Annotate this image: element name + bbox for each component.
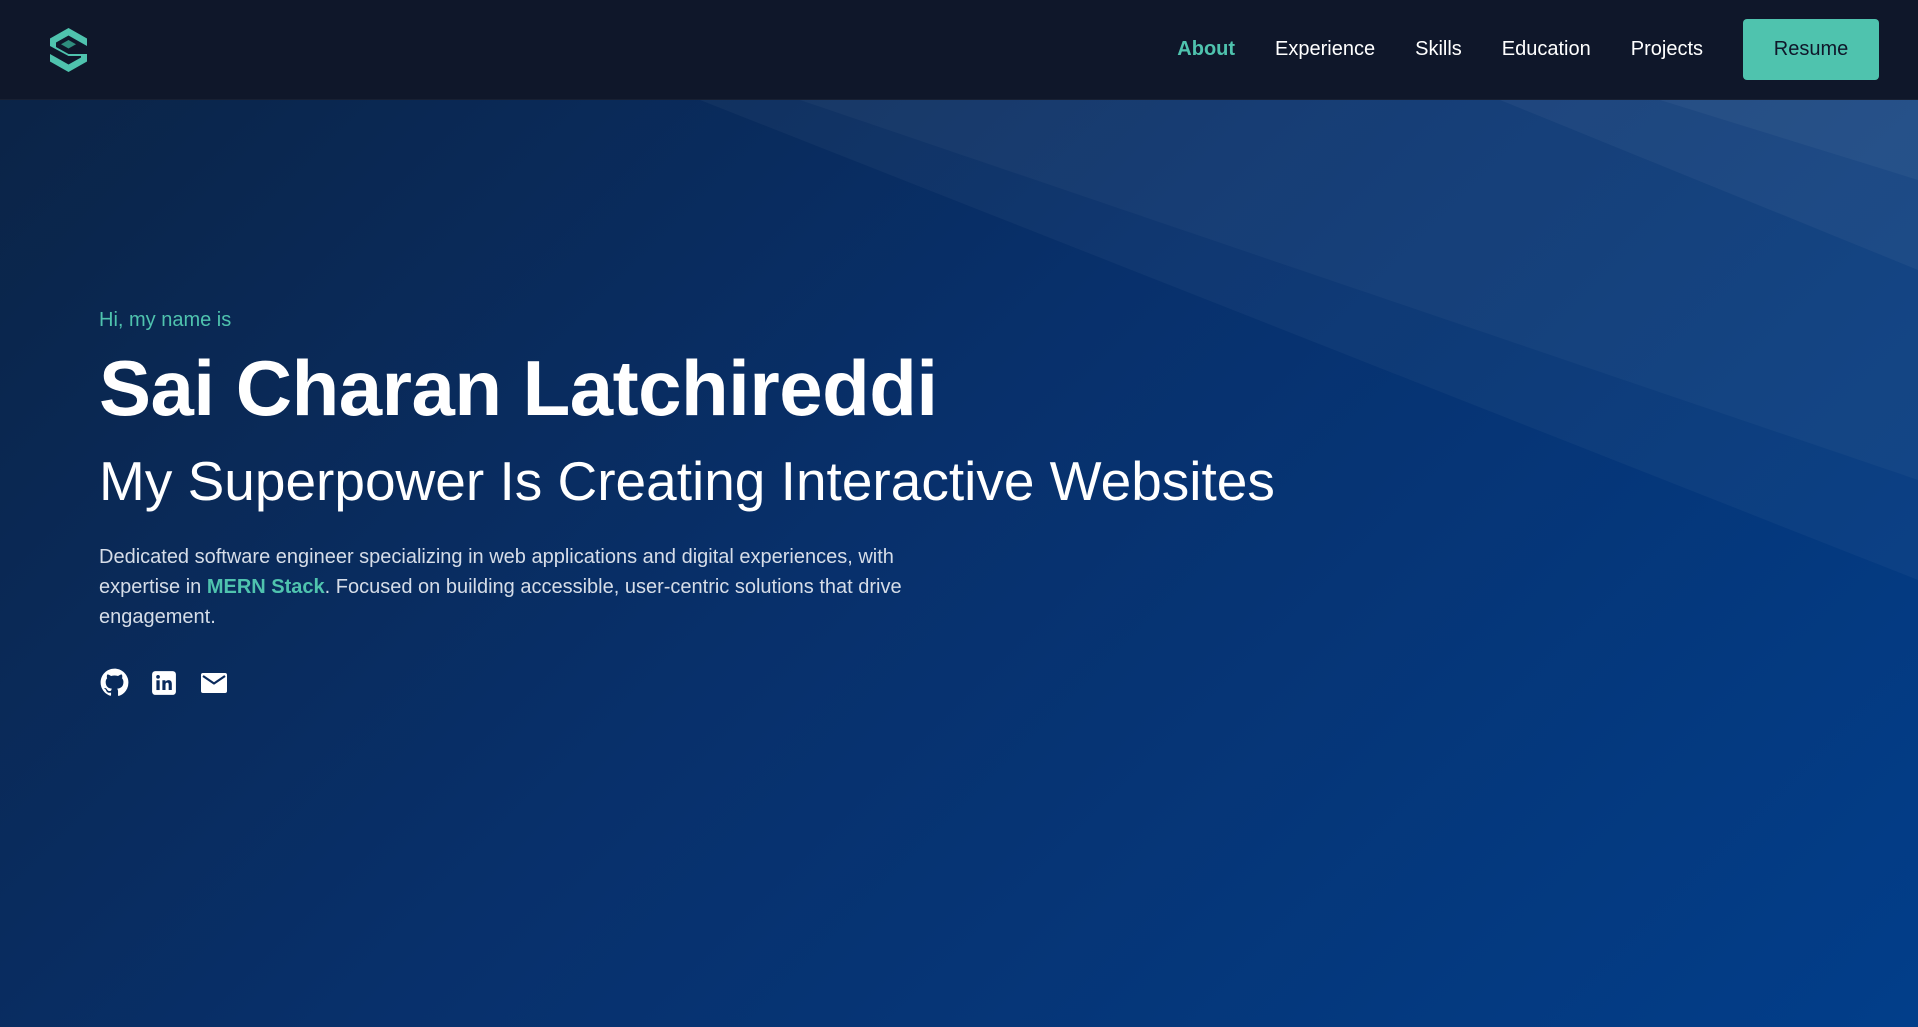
- nav-item-skills[interactable]: Skills: [1415, 38, 1462, 61]
- hero-bio: Dedicated software engineer specializing…: [99, 542, 979, 632]
- resume-button[interactable]: Resume: [1743, 19, 1879, 80]
- hero-tagline: My Superpower Is Creating Interactive We…: [99, 449, 1275, 512]
- mail-icon[interactable]: [199, 668, 229, 698]
- nav-links: About Experience Skills Education Projec…: [1177, 38, 1703, 61]
- hero-content: Hi, my name is Sai Charan Latchireddi My…: [99, 309, 1499, 698]
- social-links: [99, 668, 1499, 698]
- hexagon-s-logo-icon[interactable]: [46, 26, 91, 74]
- nav-item-experience[interactable]: Experience: [1275, 38, 1375, 61]
- page: About Experience Skills Education Projec…: [0, 0, 1918, 1027]
- bio-highlight: MERN Stack: [206, 575, 325, 598]
- nav-item-projects[interactable]: Projects: [1631, 38, 1703, 61]
- github-icon[interactable]: [99, 668, 129, 698]
- nav-item-education[interactable]: Education: [1502, 38, 1591, 61]
- hero-greeting: Hi, my name is: [99, 309, 232, 331]
- hero-name: Sai Charan Latchireddi: [99, 344, 938, 432]
- nav-item-about[interactable]: About: [1177, 38, 1235, 61]
- navbar: About Experience Skills Education Projec…: [0, 0, 1918, 100]
- nav-right: About Experience Skills Education Projec…: [1177, 19, 1879, 80]
- linkedin-icon[interactable]: [149, 668, 179, 698]
- hero-section: Hi, my name is Sai Charan Latchireddi My…: [0, 100, 1918, 1027]
